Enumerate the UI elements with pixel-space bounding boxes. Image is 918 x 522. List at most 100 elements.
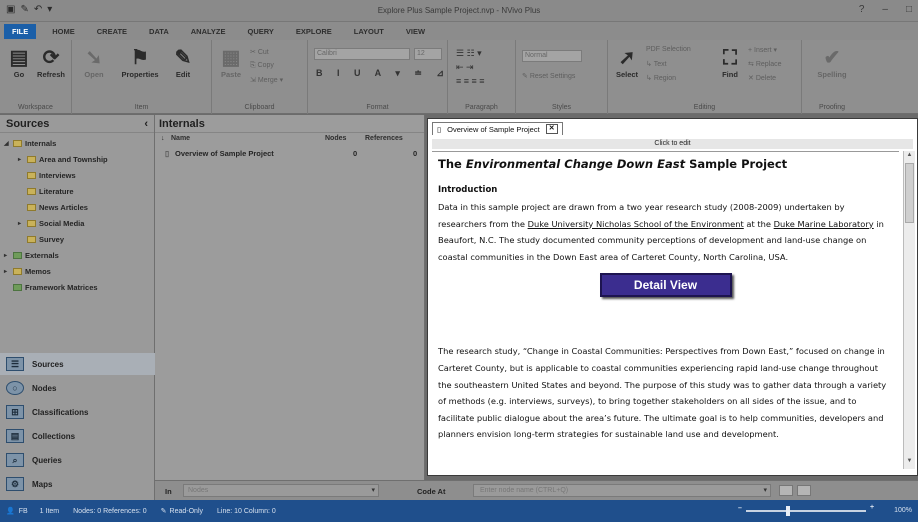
folder-icon <box>27 204 36 211</box>
maximize-icon[interactable]: □ <box>906 4 912 15</box>
detail-view-button[interactable]: Detail View <box>599 273 732 298</box>
font-combo[interactable]: Calibri <box>314 48 410 60</box>
style-combo[interactable]: Normal <box>522 50 582 62</box>
externals-folder-icon <box>13 252 22 259</box>
copy-button[interactable]: ⎘ Copy <box>250 62 274 70</box>
open-button[interactable]: ➘ Open <box>80 46 108 79</box>
tab-layout[interactable]: LAYOUT <box>354 27 384 36</box>
tab-create[interactable]: CREATE <box>97 27 127 36</box>
tree-item-literature[interactable]: Literature <box>27 187 74 196</box>
expanded-arrow-icon[interactable]: ◢ <box>4 140 10 147</box>
delete-button[interactable]: ✕ Delete <box>748 74 776 82</box>
help-icon[interactable]: ? <box>859 4 865 15</box>
tree-item-interviews[interactable]: Interviews <box>27 171 76 180</box>
text-button[interactable]: ↳ Text <box>646 60 667 68</box>
status-bar: 👤 FB 1 Item Nodes: 0 References: 0 ✎ Rea… <box>0 500 918 522</box>
tab-file[interactable]: FILE <box>4 23 37 39</box>
sources-icon: ☰ <box>6 357 24 371</box>
tree-item-framework-matrices[interactable]: Framework Matrices <box>13 283 98 292</box>
folder-icon <box>27 156 36 163</box>
minimize-icon[interactable]: – <box>882 4 888 15</box>
open-icon: ➘ <box>85 47 103 69</box>
code-button[interactable] <box>779 485 793 496</box>
column-name[interactable]: Name <box>171 135 190 142</box>
document-tab[interactable]: ▯ Overview of Sample Project ✕ <box>432 122 563 135</box>
uncode-button[interactable] <box>797 485 811 496</box>
tab-data[interactable]: DATA <box>149 27 169 36</box>
nav-button-classifications[interactable]: ⊞ Classifications <box>0 401 155 423</box>
reset-settings-button[interactable]: ✎ Reset Settings <box>522 72 575 80</box>
edit-button[interactable]: ✎ Edit <box>170 46 196 79</box>
group-workspace: ▤ Go ⟳ Refresh Workspace <box>0 40 72 114</box>
list-item-nodes: 0 <box>353 149 358 158</box>
indent-buttons[interactable]: ⇤ ⇥ <box>456 62 474 73</box>
refresh-button[interactable]: ⟳ Refresh <box>34 46 68 79</box>
tree-item-news-articles[interactable]: News Articles <box>27 203 88 212</box>
nav-button-nodes[interactable]: ○ Nodes <box>0 377 155 399</box>
replace-button[interactable]: ⇆ Replace <box>748 60 782 68</box>
tree-label: Social Media <box>39 219 85 228</box>
collapse-pane-icon[interactable]: ‹ <box>144 118 148 130</box>
nav-button-queries[interactable]: ⌕ Queries <box>0 449 155 471</box>
nav-button-sources[interactable]: ☰ Sources <box>0 353 155 375</box>
zoom-out-icon[interactable]: – <box>738 505 742 512</box>
code-at-input[interactable]: Enter node name (CTRL+Q) ▾ <box>473 484 771 497</box>
list-item[interactable]: ▯ Overview of Sample Project 0 0 <box>155 149 424 161</box>
find-button[interactable]: ⛶ Find <box>718 46 742 79</box>
tab-query[interactable]: QUERY <box>247 27 273 36</box>
zoom-slider-thumb[interactable] <box>786 506 790 516</box>
tree-item-internals[interactable]: ◢ Internals <box>4 139 56 148</box>
open-label: Open <box>84 70 104 79</box>
workspace-group-label: Workspace <box>18 104 53 111</box>
properties-button[interactable]: ⚑ Properties <box>118 46 162 79</box>
collapsed-arrow-icon[interactable]: ▸ <box>4 268 10 275</box>
vertical-scrollbar[interactable]: ▲ ▼ <box>903 151 915 469</box>
font-size-combo[interactable]: 12 <box>414 48 442 60</box>
tab-explore[interactable]: EXPLORE <box>296 27 332 36</box>
duke-marine-lab-link[interactable]: Duke Marine Laboratory <box>774 219 874 229</box>
scroll-up-icon[interactable]: ▲ <box>904 152 915 162</box>
tree-item-externals[interactable]: ▸ Externals <box>4 251 59 260</box>
region-button[interactable]: ↳ Region <box>646 74 676 82</box>
collapsed-arrow-icon[interactable]: ▸ <box>18 220 24 227</box>
document-body[interactable]: The Environmental Change Down East Sampl… <box>432 151 899 469</box>
nav-button-label: Maps <box>32 479 53 489</box>
tree-item-memos[interactable]: ▸ Memos <box>4 267 51 276</box>
tab-home[interactable]: HOME <box>52 27 75 36</box>
zoom-slider[interactable] <box>746 510 866 512</box>
insert-label: Insert <box>754 47 772 54</box>
duke-nicholas-link[interactable]: Duke University Nicholas School of the E… <box>528 219 744 229</box>
tree-item-area-and-township[interactable]: ▸ Area and Township <box>18 155 108 164</box>
merge-button[interactable]: ⇲ Merge ▾ <box>250 76 283 84</box>
collapsed-arrow-icon[interactable]: ▸ <box>18 156 24 163</box>
close-tab-icon[interactable]: ✕ <box>545 124 558 134</box>
cut-button[interactable]: ✂ Cut <box>250 48 269 56</box>
in-select[interactable]: Nodes ▾ <box>183 484 379 497</box>
go-button[interactable]: ▤ Go <box>6 46 32 79</box>
format-buttons[interactable]: B I U A ▾ ≐ ⊿ <box>316 68 450 79</box>
select-button[interactable]: ➚ Select <box>614 46 640 79</box>
nav-button-collections[interactable]: ▤ Collections <box>0 425 155 447</box>
chevron-down-icon: ▾ <box>371 487 375 494</box>
column-references[interactable]: References <box>365 135 403 142</box>
zoom-in-icon[interactable]: + <box>870 504 874 511</box>
tree-item-survey[interactable]: Survey <box>27 235 64 244</box>
tree-item-social-media[interactable]: ▸ Social Media <box>18 219 84 228</box>
scroll-thumb[interactable] <box>905 163 914 223</box>
pdf-selection-button[interactable]: PDF Selection <box>646 46 691 53</box>
scroll-down-icon[interactable]: ▼ <box>904 458 915 468</box>
tab-view[interactable]: VIEW <box>406 27 425 36</box>
tab-analyze[interactable]: ANALYZE <box>191 27 226 36</box>
go-label: Go <box>13 70 25 79</box>
nav-button-maps[interactable]: ⚙ Maps <box>0 473 155 495</box>
insert-button[interactable]: + Insert ▾ <box>748 46 777 54</box>
cursor-icon: ➚ <box>618 47 636 69</box>
paste-button[interactable]: ▦ Paste <box>218 46 244 79</box>
align-buttons[interactable]: ≡ ≡ ≡ ≡ <box>456 76 485 86</box>
column-nodes[interactable]: Nodes <box>325 135 346 142</box>
spelling-button[interactable]: ✔ Spelling <box>814 46 850 79</box>
list-buttons[interactable]: ☰ ☷ ▾ <box>456 48 482 59</box>
list-columns: ↓ Name Nodes References <box>155 135 424 147</box>
collapsed-arrow-icon[interactable]: ▸ <box>4 252 10 259</box>
click-to-edit-bar[interactable]: Click to edit <box>432 139 913 149</box>
